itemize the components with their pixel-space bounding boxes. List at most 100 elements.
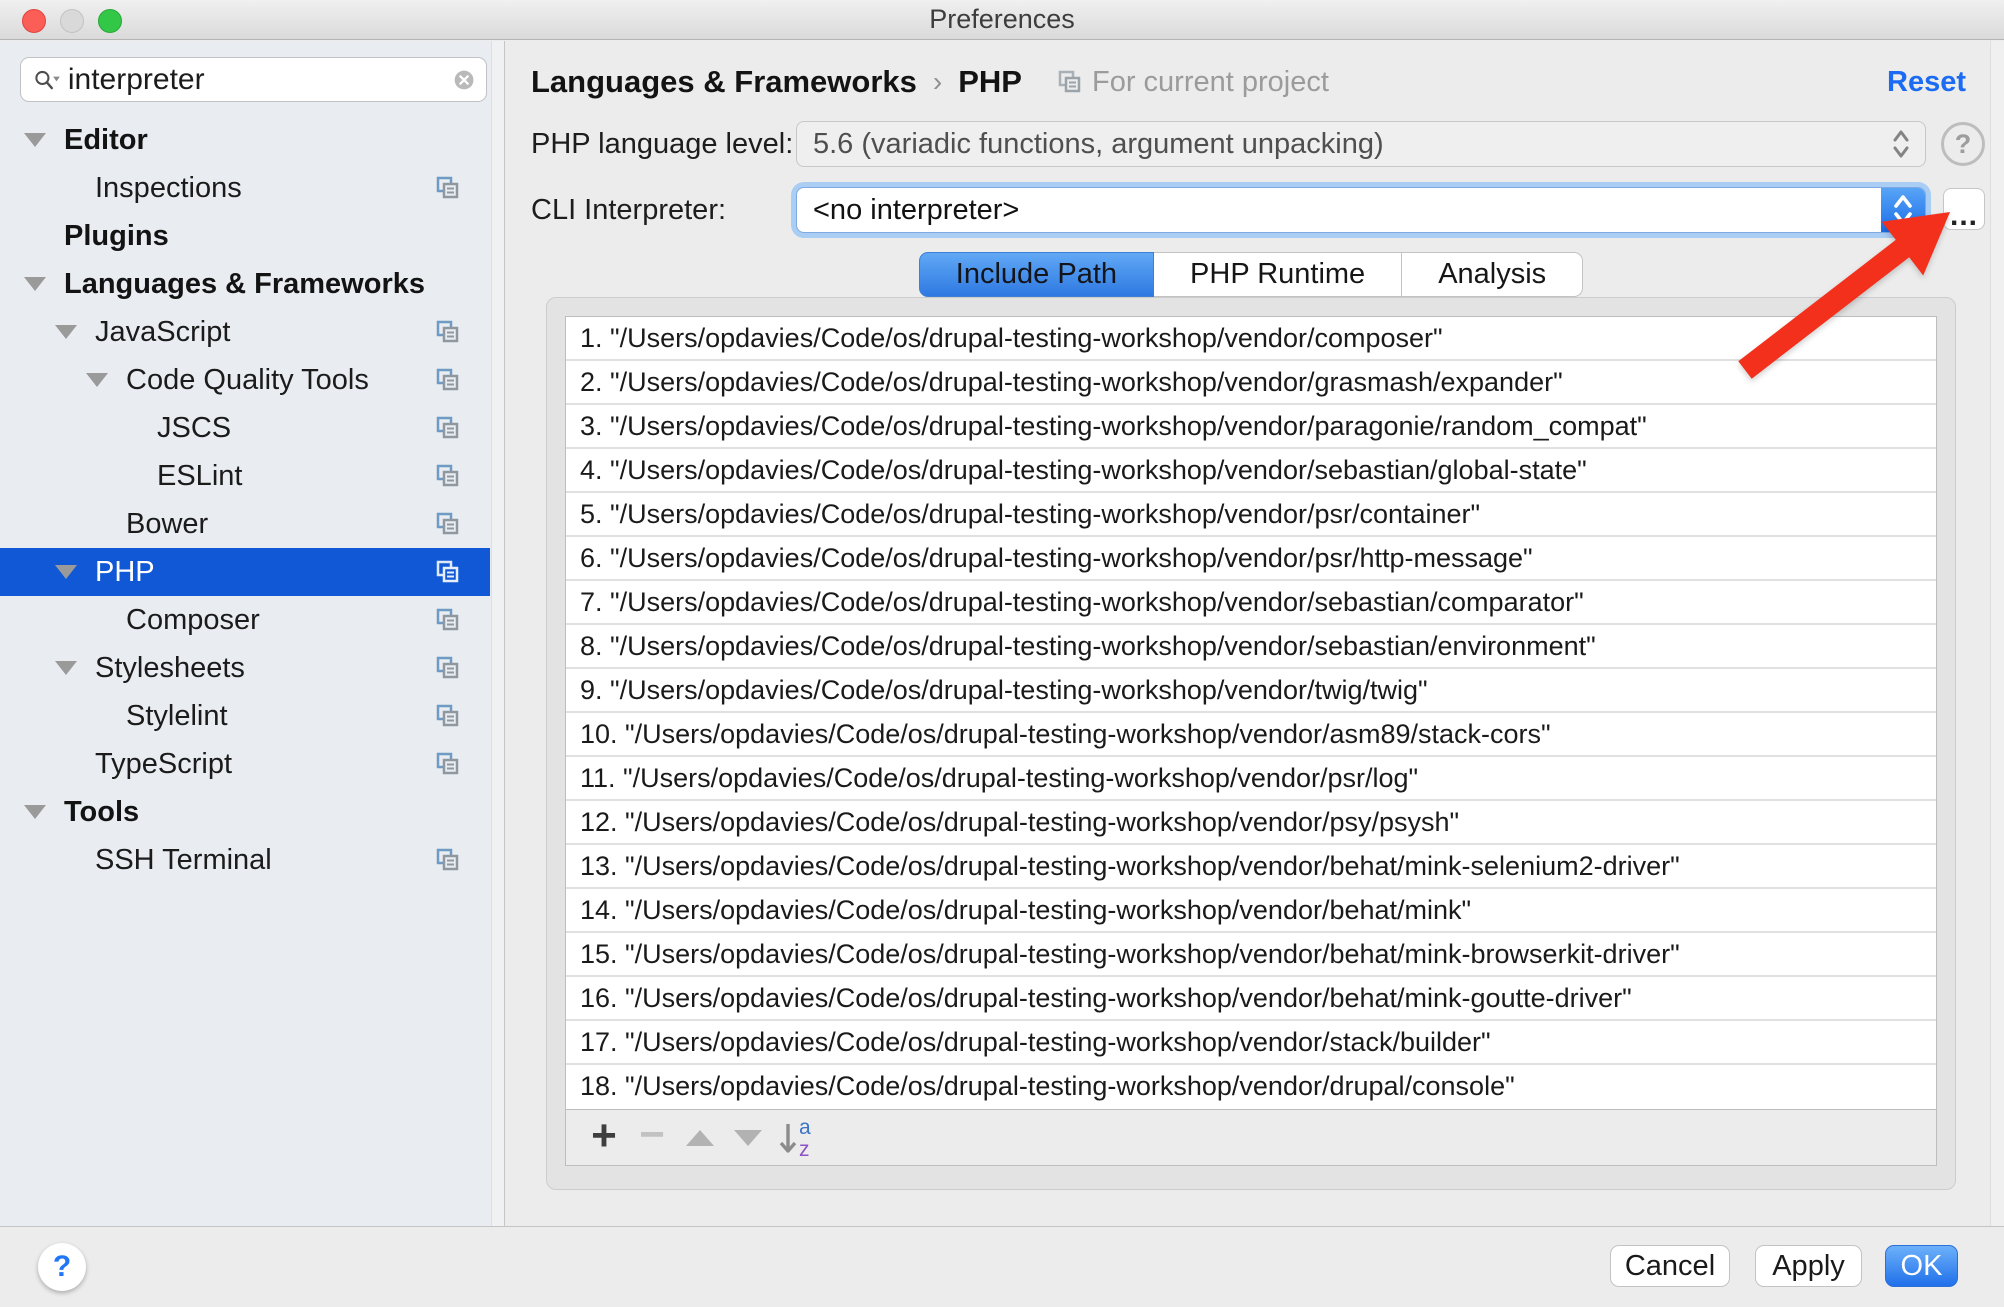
sidebar-item-eslint[interactable]: ESLint (0, 452, 490, 500)
include-path-row[interactable]: 2. "/Users/opdavies/Code/os/drupal-testi… (566, 361, 1936, 405)
sidebar-item-label: Code Quality Tools (126, 364, 434, 397)
include-path-row[interactable]: 8. "/Users/opdavies/Code/os/drupal-testi… (566, 625, 1936, 669)
scope-label: For current project (1092, 66, 1329, 99)
include-path-row[interactable]: 9. "/Users/opdavies/Code/os/drupal-testi… (566, 669, 1936, 713)
dialog-footer: ? Cancel Apply OK (0, 1226, 2004, 1307)
php-settings-tabs: Include Path PHP Runtime Analysis (546, 252, 1956, 297)
sidebar-item-jscs[interactable]: JSCS (0, 404, 490, 452)
sidebar-item-label: Bower (126, 508, 434, 541)
search-input[interactable] (68, 63, 454, 97)
add-path-button[interactable]: + (580, 1114, 628, 1162)
tab-include-path[interactable]: Include Path (919, 252, 1154, 297)
shared-settings-icon (434, 846, 462, 874)
apply-button[interactable]: Apply (1755, 1245, 1862, 1287)
chevron-down-icon[interactable] (55, 565, 95, 579)
sidebar-item-ssh-terminal[interactable]: SSH Terminal (0, 836, 490, 884)
settings-main-panel: Languages & Frameworks › PHP For current… (506, 41, 2004, 1226)
stepper-arrows-icon (1891, 192, 1915, 228)
include-path-row[interactable]: 13. "/Users/opdavies/Code/os/drupal-test… (566, 845, 1936, 889)
help-button[interactable]: ? (38, 1243, 86, 1291)
chevron-down-icon[interactable] (55, 325, 95, 339)
breadcrumb-parent[interactable]: Languages & Frameworks (531, 64, 917, 100)
cli-interpreter-combobox[interactable]: <no interpreter> (796, 187, 1926, 233)
minus-icon: − (639, 1110, 665, 1160)
shared-settings-icon (434, 558, 462, 586)
sidebar-item-javascript[interactable]: JavaScript (0, 308, 490, 356)
include-path-row[interactable]: 3. "/Users/opdavies/Code/os/drupal-testi… (566, 405, 1936, 449)
language-level-label: PHP language level: (531, 121, 793, 167)
include-path-row[interactable]: 11. "/Users/opdavies/Code/os/drupal-test… (566, 757, 1936, 801)
include-path-row[interactable]: 12. "/Users/opdavies/Code/os/drupal-test… (566, 801, 1936, 845)
tab-label: Analysis (1438, 258, 1546, 291)
sidebar-item-stylesheets[interactable]: Stylesheets (0, 644, 490, 692)
clear-search-icon[interactable] (454, 65, 474, 95)
sidebar-item-tools[interactable]: Tools (0, 788, 490, 836)
move-down-button[interactable] (724, 1114, 772, 1162)
include-path-row[interactable]: 15. "/Users/opdavies/Code/os/drupal-test… (566, 933, 1936, 977)
shared-settings-icon (434, 606, 462, 634)
search-options-chevron-icon (53, 76, 60, 81)
titlebar: Preferences (0, 0, 2004, 40)
cli-interpreter-value: <no interpreter> (813, 194, 1881, 227)
search-icon (33, 63, 60, 97)
sidebar-item-code-quality-tools[interactable]: Code Quality Tools (0, 356, 490, 404)
include-path-row[interactable]: 6. "/Users/opdavies/Code/os/drupal-testi… (566, 537, 1936, 581)
sidebar-item-label: Languages & Frameworks (64, 268, 490, 301)
include-path-row[interactable]: 14. "/Users/opdavies/Code/os/drupal-test… (566, 889, 1936, 933)
svg-text:a: a (799, 1116, 811, 1139)
sidebar-item-label: JavaScript (95, 316, 434, 349)
chevron-down-icon[interactable] (24, 805, 64, 819)
language-level-dropdown[interactable]: 5.6 (variadic functions, argument unpack… (796, 121, 1926, 167)
sidebar-scrollbar[interactable] (491, 41, 504, 1226)
include-path-row[interactable]: 17. "/Users/opdavies/Code/os/drupal-test… (566, 1021, 1936, 1065)
sort-alphabetically-button[interactable]: a z (772, 1114, 820, 1162)
sidebar-item-composer[interactable]: Composer (0, 596, 490, 644)
remove-path-button[interactable]: − (628, 1114, 676, 1162)
tab-label: PHP Runtime (1190, 258, 1365, 291)
tab-analysis[interactable]: Analysis (1402, 252, 1583, 297)
tab-php-runtime[interactable]: PHP Runtime (1154, 252, 1402, 297)
chevron-down-icon[interactable] (24, 133, 64, 147)
triangle-down-icon (734, 1130, 762, 1146)
settings-search-field[interactable] (20, 57, 487, 102)
sidebar-item-inspections[interactable]: Inspections (0, 164, 490, 212)
chevron-down-icon[interactable] (86, 373, 126, 387)
sidebar-item-bower[interactable]: Bower (0, 500, 490, 548)
sidebar-item-editor[interactable]: Editor (0, 116, 490, 164)
shared-settings-icon (434, 174, 462, 202)
include-path-row[interactable]: 5. "/Users/opdavies/Code/os/drupal-testi… (566, 493, 1936, 537)
include-path-row[interactable]: 4. "/Users/opdavies/Code/os/drupal-testi… (566, 449, 1936, 493)
plus-icon: + (591, 1111, 617, 1161)
sidebar-item-php[interactable]: PHP (0, 548, 490, 596)
include-path-row[interactable]: 10. "/Users/opdavies/Code/os/drupal-test… (566, 713, 1936, 757)
sidebar-item-stylelint[interactable]: Stylelint (0, 692, 490, 740)
sidebar-item-label: Tools (64, 796, 490, 829)
shared-settings-icon (434, 366, 462, 394)
chevron-down-icon[interactable] (55, 661, 95, 675)
sidebar-item-plugins[interactable]: Plugins (0, 212, 490, 260)
interpreter-browse-button[interactable]: ... (1943, 188, 1985, 230)
cancel-button[interactable]: Cancel (1610, 1245, 1730, 1287)
sidebar-item-label: PHP (95, 556, 434, 589)
sidebar-item-label: Plugins (64, 220, 490, 253)
sidebar-item-typescript[interactable]: TypeScript (0, 740, 490, 788)
settings-tree: Editor Inspections Plugins Languages & F… (0, 116, 490, 884)
move-up-button[interactable] (676, 1114, 724, 1162)
chevron-down-icon[interactable] (24, 277, 64, 291)
include-path-row[interactable]: 1. "/Users/opdavies/Code/os/drupal-testi… (566, 317, 1936, 361)
shared-settings-icon (434, 654, 462, 682)
cli-interpreter-label: CLI Interpreter: (531, 187, 726, 233)
main-scrollbar[interactable] (1990, 41, 2004, 1226)
sidebar-item-languages-frameworks[interactable]: Languages & Frameworks (0, 260, 490, 308)
reset-link[interactable]: Reset (1887, 59, 1966, 105)
language-level-help-icon[interactable]: ? (1941, 122, 1985, 166)
combobox-stepper-button[interactable] (1881, 188, 1925, 232)
ok-button[interactable]: OK (1885, 1245, 1958, 1287)
triangle-up-icon (686, 1130, 714, 1146)
sidebar-item-label: Stylesheets (95, 652, 434, 685)
include-path-row[interactable]: 7. "/Users/opdavies/Code/os/drupal-testi… (566, 581, 1936, 625)
shared-settings-icon (434, 414, 462, 442)
include-path-row[interactable]: 18. "/Users/opdavies/Code/os/drupal-test… (566, 1065, 1936, 1109)
include-path-row[interactable]: 16. "/Users/opdavies/Code/os/drupal-test… (566, 977, 1936, 1021)
include-path-list: 1. "/Users/opdavies/Code/os/drupal-testi… (565, 316, 1937, 1110)
